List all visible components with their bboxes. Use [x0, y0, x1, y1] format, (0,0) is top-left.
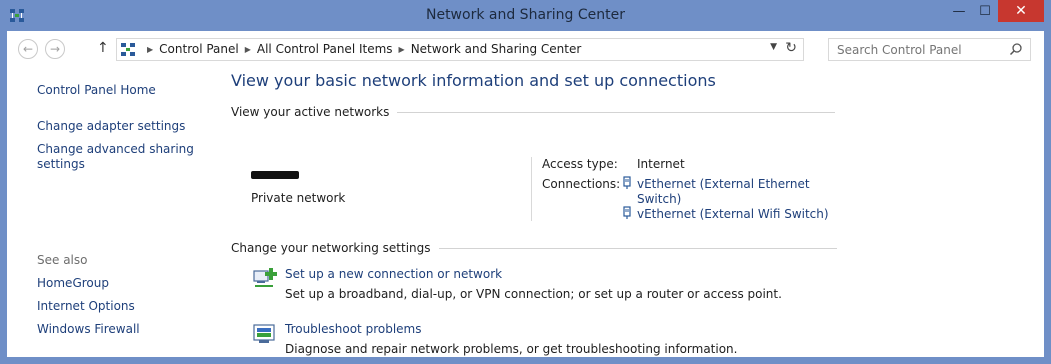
- network-category: Private network: [251, 191, 346, 205]
- back-arrow-icon: ←: [22, 42, 34, 56]
- minimize-icon: —: [952, 3, 966, 19]
- search-icon[interactable]: [1009, 42, 1023, 56]
- connection-link-wifi[interactable]: vEthernet (External Wifi Switch): [637, 207, 829, 222]
- setup-new-connection-link[interactable]: Set up a new connection or network: [285, 267, 502, 281]
- search-box[interactable]: [828, 38, 1031, 61]
- back-button[interactable]: ←: [18, 39, 38, 59]
- divider: [397, 111, 836, 113]
- up-button[interactable]: ↑: [97, 40, 109, 56]
- forward-arrow-icon: →: [49, 42, 61, 56]
- homegroup-link[interactable]: HomeGroup: [37, 276, 109, 291]
- change-adapter-settings-link[interactable]: Change adapter settings: [37, 119, 185, 134]
- change-settings-label: Change your networking settings: [231, 241, 431, 255]
- troubleshoot-problems-link[interactable]: Troubleshoot problems: [285, 322, 421, 336]
- ethernet-adapter-icon: [623, 176, 631, 189]
- page-title: View your basic network information and …: [231, 71, 716, 90]
- access-type-label: Access type:: [542, 157, 618, 171]
- access-type-value: Internet: [637, 157, 685, 171]
- internet-options-link[interactable]: Internet Options: [37, 299, 135, 314]
- divider: [438, 247, 837, 249]
- window: Network and Sharing Center — ☐ ✕ ← → ↑ ▶…: [0, 0, 1051, 364]
- see-also-label: See also: [37, 253, 88, 267]
- ethernet-adapter-icon: [623, 206, 631, 219]
- connection-link-line1: vEthernet (External Ethernet: [637, 177, 810, 191]
- left-navigation: Control Panel Home Change adapter settin…: [7, 67, 217, 357]
- new-connection-icon: [253, 268, 277, 287]
- window-title: Network and Sharing Center: [425, 7, 625, 23]
- maximize-button[interactable]: ☐: [972, 0, 998, 22]
- breadcrumb: ▶ Control Panel ▶ All Control Panel Item…: [141, 42, 581, 56]
- client-area: ← → ↑ ▶ Control Panel ▶ All Control Pane…: [7, 31, 1044, 357]
- breadcrumb-network-and-sharing-center[interactable]: Network and Sharing Center: [411, 42, 582, 56]
- breadcrumb-all-control-panel-items[interactable]: All Control Panel Items: [257, 42, 393, 56]
- divider: [531, 157, 532, 221]
- active-networks-label: View your active networks: [231, 105, 390, 119]
- setup-new-connection-description: Set up a broadband, dial-up, or VPN conn…: [285, 287, 782, 301]
- control-panel-icon: [121, 43, 135, 56]
- chevron-right-icon[interactable]: ▶: [245, 45, 251, 54]
- chevron-right-icon[interactable]: ▶: [147, 45, 153, 54]
- refresh-icon[interactable]: ↻: [785, 40, 797, 56]
- minimize-button[interactable]: —: [946, 0, 972, 22]
- network-name-redacted: [251, 171, 299, 179]
- close-button[interactable]: ✕: [998, 0, 1044, 22]
- search-input[interactable]: [837, 42, 1007, 58]
- troubleshoot-problems-description: Diagnose and repair network problems, or…: [285, 342, 738, 356]
- connection-link-line2: Switch): [637, 192, 682, 206]
- up-arrow-icon: ↑: [97, 40, 109, 56]
- address-bar[interactable]: ▶ Control Panel ▶ All Control Panel Item…: [116, 38, 804, 61]
- change-settings-header: Change your networking settings: [231, 241, 837, 255]
- forward-button[interactable]: →: [45, 39, 65, 59]
- navigation-bar: ← → ↑ ▶ Control Panel ▶ All Control Pane…: [7, 31, 1044, 67]
- change-advanced-sharing-settings-link[interactable]: Change advanced sharing settings: [37, 142, 197, 172]
- close-icon: ✕: [1015, 3, 1027, 19]
- address-dropdown-icon[interactable]: ▼: [770, 42, 777, 52]
- control-panel-home-link[interactable]: Control Panel Home: [37, 83, 156, 98]
- connections-label: Connections:: [542, 177, 621, 191]
- chevron-right-icon[interactable]: ▶: [399, 45, 405, 54]
- title-bar[interactable]: Network and Sharing Center — ☐ ✕: [0, 0, 1051, 31]
- active-networks-header: View your active networks: [231, 105, 836, 119]
- connection-link-ethernet[interactable]: vEthernet (External Ethernet Switch): [637, 177, 810, 207]
- troubleshoot-icon: [253, 324, 275, 343]
- breadcrumb-control-panel[interactable]: Control Panel: [159, 42, 239, 56]
- windows-firewall-link[interactable]: Windows Firewall: [37, 322, 140, 337]
- maximize-icon: ☐: [979, 3, 991, 19]
